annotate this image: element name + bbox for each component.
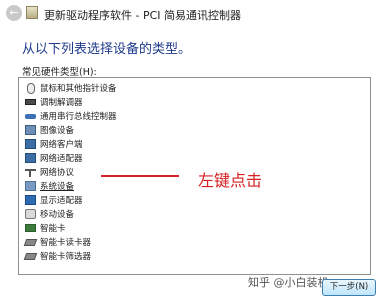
list-item-label: 显示适配器 (40, 196, 83, 206)
mouse-icon (27, 82, 35, 94)
list-item-label: 通用串行总线控制器 (40, 112, 117, 122)
image-device-icon (25, 125, 36, 135)
list-item-network-adapter[interactable]: 网络适配器 (25, 151, 83, 165)
list-item-network-protocol[interactable]: 网络协议 (25, 165, 74, 179)
system-device-icon (25, 181, 36, 191)
list-item-label: 网络协议 (40, 168, 75, 178)
window-title: 更新驱动程序软件 - PCI 简易通讯控制器 (44, 9, 242, 22)
back-arrow-icon[interactable]: ← (6, 5, 22, 21)
next-button[interactable]: 下一步(N) (322, 279, 376, 296)
display-adapter-icon (25, 195, 36, 205)
list-item-label: 系统设备 (40, 182, 75, 192)
usb-icon (25, 113, 36, 119)
list-item-card-reader[interactable]: 智能卡读卡器 (23, 235, 92, 249)
smart-card-icon (25, 224, 36, 232)
list-item-label: 鼠标和其他指针设备 (40, 84, 117, 94)
hardware-type-list[interactable]: 鼠标和其他指针设备 调制解调器 通用串行总线控制器 图像设备 网络客户端 网络适… (18, 77, 371, 275)
list-item-system-device[interactable]: 系统设备 (25, 179, 74, 193)
card-reader-icon (23, 238, 38, 246)
list-item-usb[interactable]: 通用串行总线控制器 (25, 109, 117, 123)
mobile-device-icon (25, 209, 36, 219)
list-item-label: 智能卡读卡器 (40, 238, 92, 248)
list-item-smart-card[interactable]: 智能卡 (25, 221, 66, 235)
list-item-display-adapter[interactable]: 显示适配器 (25, 193, 83, 207)
modem-icon (25, 99, 36, 105)
list-item-label: 智能卡 (40, 224, 66, 234)
network-client-icon (25, 139, 36, 149)
list-item-mouse[interactable]: 鼠标和其他指针设备 (25, 81, 117, 95)
annotation-label: 左键点击 (198, 171, 263, 190)
page-heading: 从以下列表选择设备的类型。 (22, 42, 192, 57)
list-item-network-client[interactable]: 网络客户端 (25, 137, 83, 151)
list-item-label: 网络适配器 (40, 154, 83, 164)
watermark: 知乎 @小白装机 (248, 276, 329, 289)
list-item-modem[interactable]: 调制解调器 (25, 95, 83, 109)
driver-wizard-icon (26, 6, 38, 19)
list-item-label: 移动设备 (40, 210, 75, 220)
list-item-mobile-device[interactable]: 移动设备 (25, 207, 74, 221)
network-adapter-icon (25, 153, 36, 163)
card-filter-icon (23, 252, 38, 260)
title-bar: ← 更新驱动程序软件 - PCI 简易通讯控制器 (0, 0, 380, 26)
annotation-arrow-line (101, 175, 179, 177)
network-protocol-icon (25, 168, 36, 177)
list-item-label: 调制解调器 (40, 98, 83, 108)
hardware-list-label: 常见硬件类型(H): (22, 67, 97, 78)
list-item-label: 网络客户端 (40, 140, 83, 150)
list-item-label: 图像设备 (40, 126, 75, 136)
list-item-label: 智能卡筛选器 (40, 252, 92, 262)
list-item-card-filter[interactable]: 智能卡筛选器 (23, 249, 92, 263)
list-item-image-device[interactable]: 图像设备 (25, 123, 74, 137)
